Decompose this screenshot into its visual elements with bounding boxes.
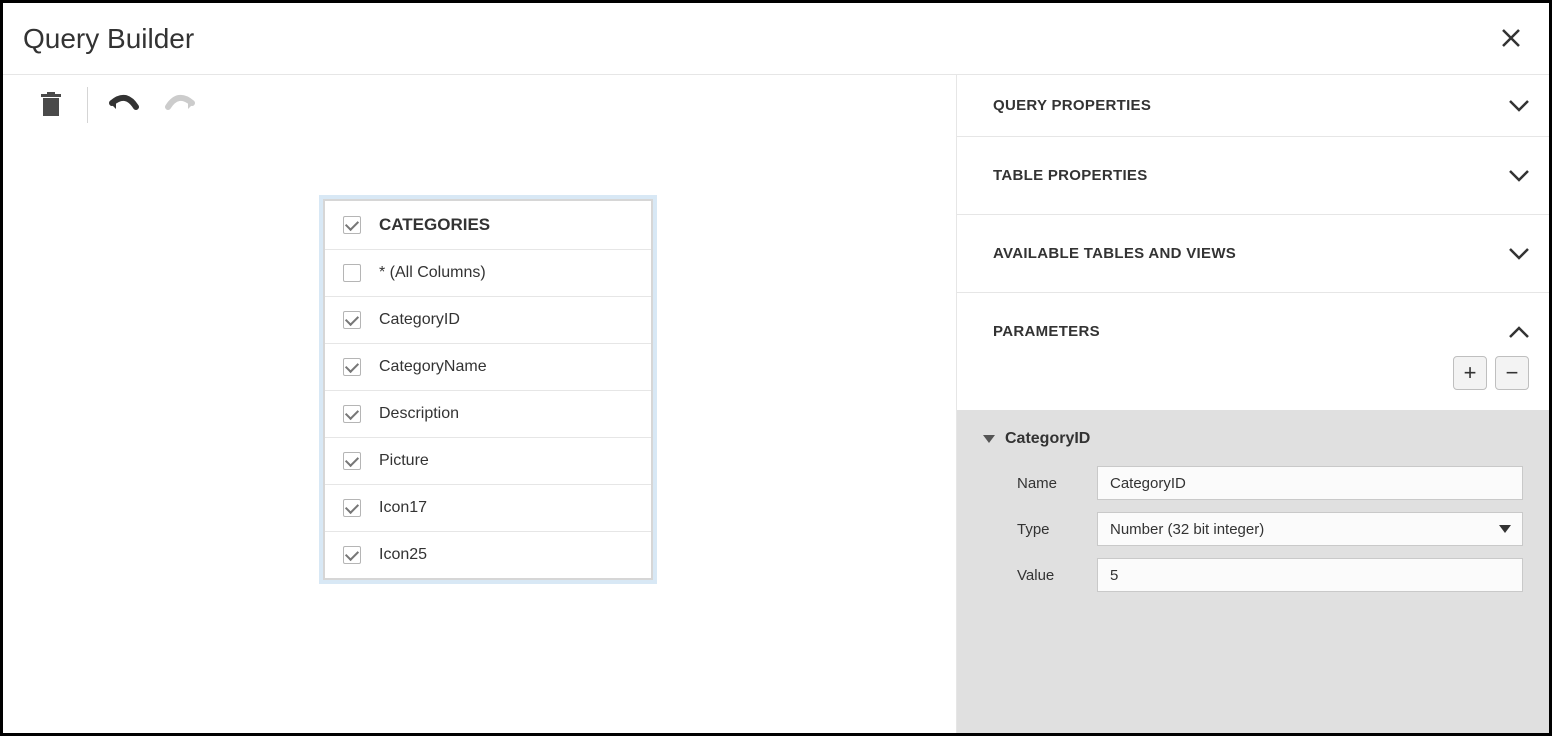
- design-canvas[interactable]: CATEGORIES * (All Columns) CategoryID Cate…: [3, 75, 957, 733]
- param-type-label: Type: [1017, 521, 1097, 538]
- close-icon: [1501, 28, 1521, 48]
- query-builder-window: Query Builder CATEGORI: [0, 0, 1552, 736]
- section-title: AVAILABLE TABLES AND VIEWS: [993, 245, 1236, 262]
- column-checkbox[interactable]: [343, 499, 361, 517]
- column-row[interactable]: CategoryID: [325, 297, 651, 344]
- section-parameters: PARAMETERS + −: [957, 293, 1549, 410]
- parameter-actions: + −: [957, 356, 1549, 410]
- table-select-all-checkbox[interactable]: [343, 216, 361, 234]
- remove-parameter-button[interactable]: −: [1495, 356, 1529, 390]
- column-row[interactable]: Icon17: [325, 485, 651, 532]
- param-value-label: Value: [1017, 567, 1097, 584]
- param-name-input[interactable]: [1097, 466, 1523, 500]
- section-query-properties-header[interactable]: QUERY PROPERTIES: [957, 75, 1549, 136]
- param-name-label: Name: [1017, 475, 1097, 492]
- section-title: QUERY PROPERTIES: [993, 97, 1151, 114]
- close-button[interactable]: [1493, 19, 1529, 59]
- section-table-properties: TABLE PROPERTIES: [957, 137, 1549, 215]
- triangle-down-icon: [983, 435, 995, 443]
- column-row[interactable]: CategoryName: [325, 344, 651, 391]
- param-type-row: Type: [983, 512, 1523, 546]
- section-title: PARAMETERS: [993, 323, 1100, 340]
- column-label: Picture: [379, 452, 429, 470]
- section-title: TABLE PROPERTIES: [993, 167, 1148, 184]
- body: CATEGORIES * (All Columns)CategoryIDCate…: [3, 75, 1549, 733]
- titlebar: Query Builder: [3, 3, 1549, 75]
- param-value-input[interactable]: [1097, 558, 1523, 592]
- parameter-detail: CategoryID Name Type Value: [957, 410, 1549, 733]
- properties-panel: QUERY PROPERTIES TABLE PROPERTIES AVAILA…: [957, 75, 1549, 733]
- chevron-up-icon: [1509, 326, 1529, 338]
- undo-button[interactable]: [104, 85, 144, 125]
- column-checkbox[interactable]: [343, 311, 361, 329]
- section-table-properties-header[interactable]: TABLE PROPERTIES: [957, 137, 1549, 214]
- column-row[interactable]: Icon25: [325, 532, 651, 578]
- section-available-tables-header[interactable]: AVAILABLE TABLES AND VIEWS: [957, 215, 1549, 292]
- column-label: CategoryName: [379, 358, 487, 376]
- redo-icon: [164, 93, 196, 117]
- table-card-categories[interactable]: CATEGORIES * (All Columns) CategoryID Cate…: [323, 199, 653, 580]
- column-checkbox[interactable]: [343, 264, 361, 282]
- param-type-select[interactable]: [1097, 512, 1523, 546]
- column-label: Description: [379, 405, 459, 423]
- column-label: Icon17: [379, 499, 427, 517]
- column-label: CategoryID: [379, 311, 460, 329]
- undo-icon: [108, 93, 140, 117]
- column-checkbox[interactable]: [343, 546, 361, 564]
- chevron-down-icon: [1509, 170, 1529, 182]
- column-checkbox[interactable]: [343, 452, 361, 470]
- section-parameters-header[interactable]: PARAMETERS: [957, 293, 1549, 356]
- section-query-properties: QUERY PROPERTIES: [957, 75, 1549, 137]
- param-name-row: Name: [983, 466, 1523, 500]
- column-row[interactable]: * (All Columns): [325, 250, 651, 297]
- chevron-down-icon: [1509, 248, 1529, 260]
- parameter-name-header: CategoryID: [1005, 430, 1090, 448]
- chevron-down-icon: [1509, 100, 1529, 112]
- trash-icon: [39, 92, 63, 118]
- redo-button[interactable]: [160, 85, 200, 125]
- column-row[interactable]: Picture: [325, 438, 651, 485]
- toolbar-separator: [87, 87, 88, 123]
- param-value-row: Value: [983, 558, 1523, 592]
- delete-button[interactable]: [31, 85, 71, 125]
- column-row[interactable]: Description: [325, 391, 651, 438]
- section-available-tables: AVAILABLE TABLES AND VIEWS: [957, 215, 1549, 293]
- column-checkbox[interactable]: [343, 358, 361, 376]
- parameter-expand-row[interactable]: CategoryID: [983, 430, 1523, 448]
- window-title: Query Builder: [23, 23, 194, 55]
- column-checkbox[interactable]: [343, 405, 361, 423]
- table-header-row[interactable]: CATEGORIES: [325, 201, 651, 250]
- column-label: Icon25: [379, 546, 427, 564]
- canvas-toolbar: [3, 75, 956, 135]
- column-label: * (All Columns): [379, 264, 486, 282]
- table-name-label: CATEGORIES: [379, 215, 490, 235]
- param-type-select-wrap: [1097, 512, 1523, 546]
- add-parameter-button[interactable]: +: [1453, 356, 1487, 390]
